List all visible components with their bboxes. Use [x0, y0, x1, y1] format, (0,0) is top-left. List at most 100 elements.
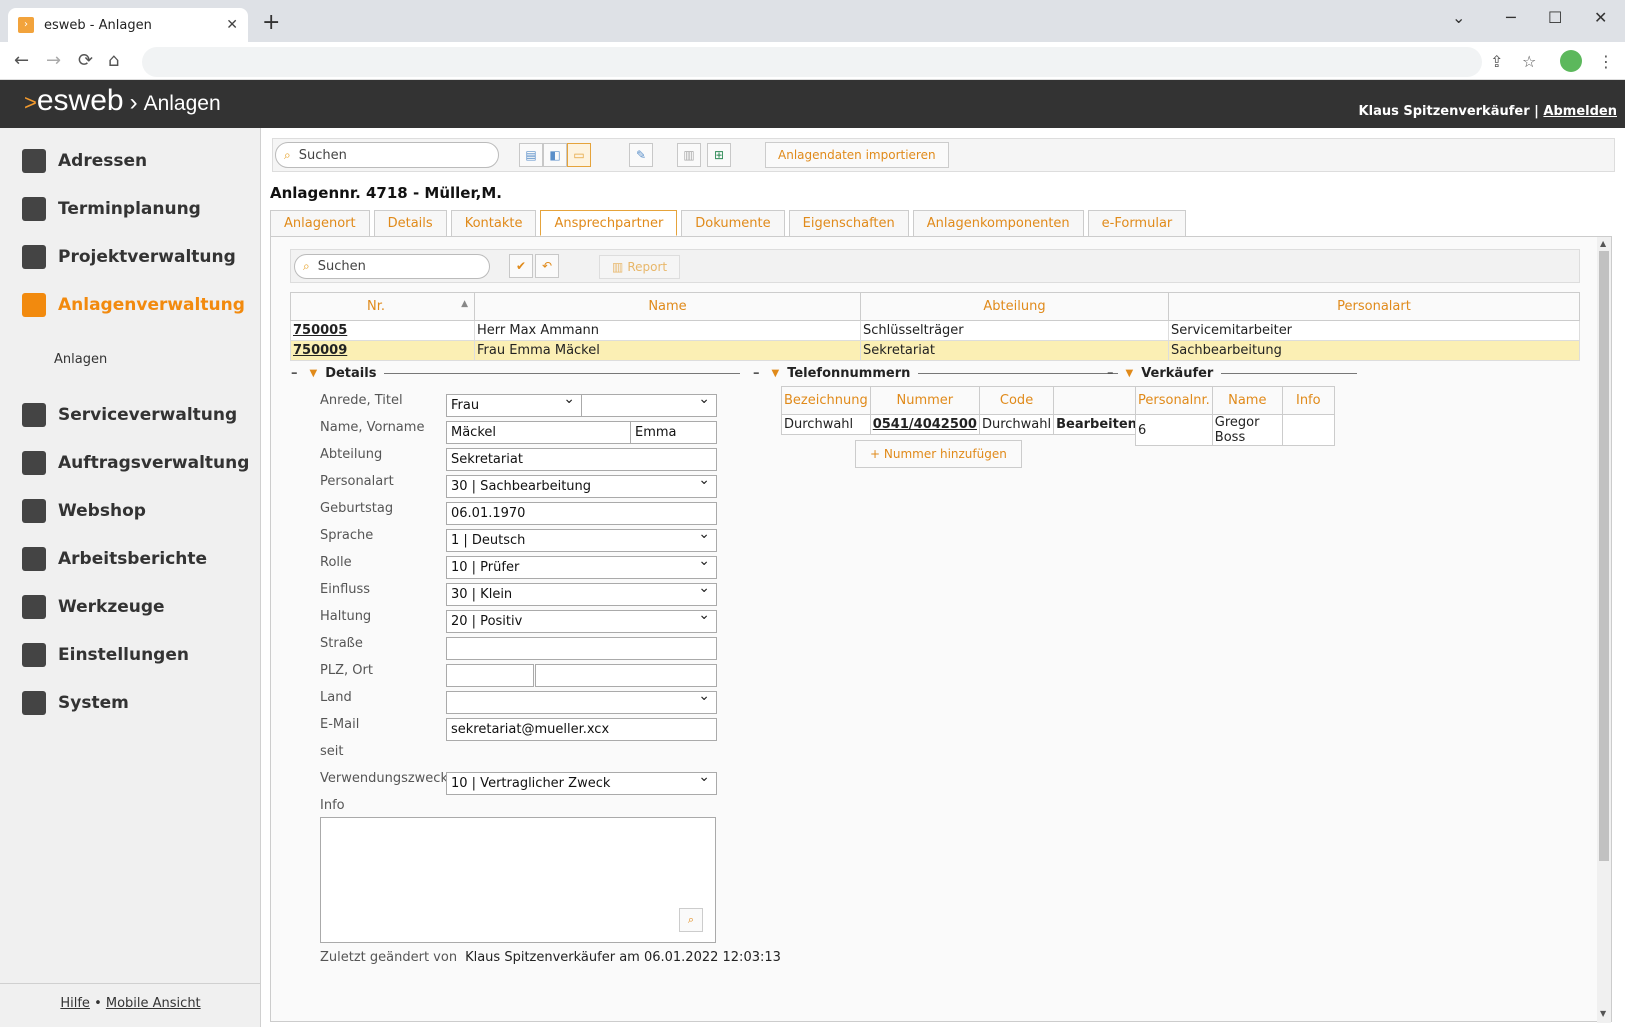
- scroll-up-icon[interactable]: ▲: [1600, 239, 1606, 248]
- sidebar-item-webshop[interactable]: Webshop: [22, 496, 146, 526]
- verwendungszweck-select[interactable]: 10 | Vertraglicher Zweck: [446, 769, 717, 795]
- seller-section-header[interactable]: – ▼ Verkäufer: [1107, 366, 1358, 381]
- tab-details[interactable]: Details: [373, 210, 447, 236]
- sidebar-item-werkzeuge[interactable]: Werkzeuge: [22, 592, 165, 622]
- cell-nr[interactable]: 750005: [290, 320, 475, 341]
- tab-eigenschaften[interactable]: Eigenschaften: [788, 210, 909, 236]
- tab-ansprechpartner[interactable]: Ansprechpartner: [540, 210, 678, 236]
- cell-nr[interactable]: 750009: [290, 340, 475, 361]
- table-row-selected[interactable]: 750009 Frau Emma Mäckel Sekretariat Sach…: [290, 340, 1580, 361]
- sidebar-item-arbeitsberichte[interactable]: Arbeitsberichte: [22, 544, 207, 574]
- tab-anlagenkomponenten[interactable]: Anlagenkomponenten: [912, 210, 1084, 236]
- sidebar-item-terminplanung[interactable]: Terminplanung: [22, 194, 201, 224]
- column-header-nummer[interactable]: Nummer: [869, 386, 980, 415]
- column-header-nr[interactable]: Nr. ▲: [290, 292, 475, 321]
- scrollbar-thumb[interactable]: [1599, 251, 1609, 861]
- column-header-name[interactable]: Name: [474, 292, 861, 321]
- forward-icon[interactable]: →: [46, 50, 61, 71]
- add-number-button[interactable]: + Nummer hinzufügen: [855, 440, 1022, 468]
- column-header-personalart[interactable]: Personalart: [1168, 292, 1580, 321]
- anrede-select[interactable]: Frau: [446, 391, 582, 417]
- details-section-header[interactable]: – ▼ Details: [291, 366, 741, 381]
- back-icon[interactable]: ←: [14, 50, 29, 71]
- abteilung-field[interactable]: Sekretariat: [446, 448, 717, 471]
- sprache-select[interactable]: 1 | Deutsch: [446, 526, 717, 552]
- ort-field[interactable]: [535, 664, 717, 687]
- edit-icon[interactable]: ✎: [629, 143, 653, 167]
- column-header-info[interactable]: Info: [1281, 386, 1335, 415]
- phone-number-link[interactable]: 0541/4042500: [869, 414, 980, 435]
- import-button[interactable]: Anlagendaten importieren: [765, 142, 949, 168]
- tab-search-icon[interactable]: ⌄: [1452, 8, 1465, 27]
- address-bar[interactable]: [142, 47, 1482, 77]
- strasse-field[interactable]: [446, 637, 717, 660]
- titel-select[interactable]: [581, 391, 717, 417]
- excel-export-icon[interactable]: ⊞: [707, 143, 731, 167]
- phones-section-header[interactable]: – ▼ Telefonnummern: [753, 366, 1119, 381]
- label-seit: seit: [320, 744, 344, 759]
- list-view-icon[interactable]: ▤: [519, 143, 543, 167]
- report-button[interactable]: ▥ Report: [599, 255, 681, 279]
- logout-link[interactable]: Abmelden: [1543, 104, 1617, 119]
- mobile-view-link[interactable]: Mobile Ansicht: [106, 996, 201, 1011]
- split-view-icon[interactable]: ◧: [543, 143, 567, 167]
- home-icon[interactable]: ⌂: [108, 50, 119, 71]
- tab-anlagenort[interactable]: Anlagenort: [270, 210, 370, 236]
- sidebar-item-system[interactable]: System: [22, 688, 129, 718]
- close-window-button[interactable]: ✕: [1594, 8, 1607, 27]
- column-header-code[interactable]: Code: [978, 386, 1055, 415]
- land-select[interactable]: [446, 688, 717, 714]
- sidebar-item-einstellungen[interactable]: Einstellungen: [22, 640, 189, 670]
- info-textarea[interactable]: [320, 817, 716, 943]
- sidebar-item-projektverwaltung[interactable]: Projektverwaltung: [22, 242, 236, 272]
- confirm-icon[interactable]: ✔: [509, 254, 533, 278]
- sidebar-item-anlagenverwaltung[interactable]: Anlagenverwaltung: [22, 290, 245, 320]
- column-header-personalnr[interactable]: Personalnr.: [1135, 386, 1213, 415]
- sidebar-item-serviceverwaltung[interactable]: Serviceverwaltung: [22, 400, 237, 430]
- info-search-icon[interactable]: ⌕: [679, 908, 703, 932]
- personalart-select[interactable]: 30 | Sachbearbeitung: [446, 472, 717, 498]
- column-header-abteilung[interactable]: Abteilung: [860, 292, 1169, 321]
- sidebar-sub-anlagen[interactable]: Anlagen: [54, 352, 107, 367]
- table-row[interactable]: Durchwahl 0541/4042500 Durchwahl Bearbei…: [781, 414, 1140, 435]
- contacts-search[interactable]: ⌕ Suchen: [294, 254, 490, 279]
- rolle-select[interactable]: 10 | Prüfer: [446, 553, 717, 579]
- folder-view-icon[interactable]: ▭: [567, 143, 591, 167]
- share-icon[interactable]: ⇪: [1490, 52, 1503, 71]
- undo-icon[interactable]: ↶: [535, 254, 559, 278]
- new-tab-button[interactable]: +: [262, 10, 280, 35]
- column-header-bezeichnung[interactable]: Bezeichnung: [781, 386, 871, 415]
- column-header-name[interactable]: Name: [1211, 386, 1283, 415]
- bookmark-star-icon[interactable]: ☆: [1522, 52, 1536, 71]
- tab-dokumente[interactable]: Dokumente: [681, 210, 785, 236]
- name-field[interactable]: Mäckel: [446, 421, 631, 444]
- haltung-select[interactable]: 20 | Positiv: [446, 607, 717, 633]
- help-link[interactable]: Hilfe: [60, 996, 90, 1011]
- table-row[interactable]: 6 Gregor Boss: [1135, 414, 1335, 446]
- table-row[interactable]: 750005 Herr Max Ammann Schlüsselträger S…: [290, 320, 1580, 341]
- email-field[interactable]: sekretariat@mueller.xcx: [446, 718, 717, 741]
- scroll-down-icon[interactable]: ▼: [1600, 1009, 1606, 1018]
- geburtstag-field[interactable]: 06.01.1970: [446, 502, 717, 525]
- vorname-field[interactable]: Emma: [630, 421, 717, 444]
- maximize-button[interactable]: ☐: [1548, 8, 1562, 27]
- einfluss-select[interactable]: 30 | Klein: [446, 580, 717, 606]
- esweb-logo[interactable]: >esweb › Anlagen: [24, 84, 221, 118]
- chart-icon[interactable]: ▥: [677, 143, 701, 167]
- contact-link[interactable]: 750005: [293, 323, 347, 338]
- sidebar-item-auftragsverwaltung[interactable]: Auftragsverwaltung: [22, 448, 249, 478]
- minimize-button[interactable]: ─: [1506, 8, 1516, 27]
- tab-kontakte[interactable]: Kontakte: [450, 210, 537, 236]
- profile-avatar[interactable]: [1560, 50, 1582, 72]
- tab-e-formular[interactable]: e-Formular: [1087, 210, 1187, 236]
- contact-link[interactable]: 750009: [293, 343, 347, 358]
- edit-phone-link[interactable]: Bearbeiten: [1053, 414, 1140, 435]
- main-search[interactable]: ⌕ Suchen: [275, 142, 499, 168]
- plz-field[interactable]: [446, 664, 534, 687]
- reload-icon[interactable]: ⟳: [78, 50, 93, 71]
- browser-tab[interactable]: › esweb - Anlagen ✕: [8, 8, 248, 42]
- close-tab-icon[interactable]: ✕: [226, 17, 238, 33]
- browser-menu-icon[interactable]: ⋮: [1598, 52, 1614, 71]
- scrollbar[interactable]: ▲ ▼: [1597, 237, 1611, 1023]
- sidebar-item-adressen[interactable]: Adressen: [22, 146, 147, 176]
